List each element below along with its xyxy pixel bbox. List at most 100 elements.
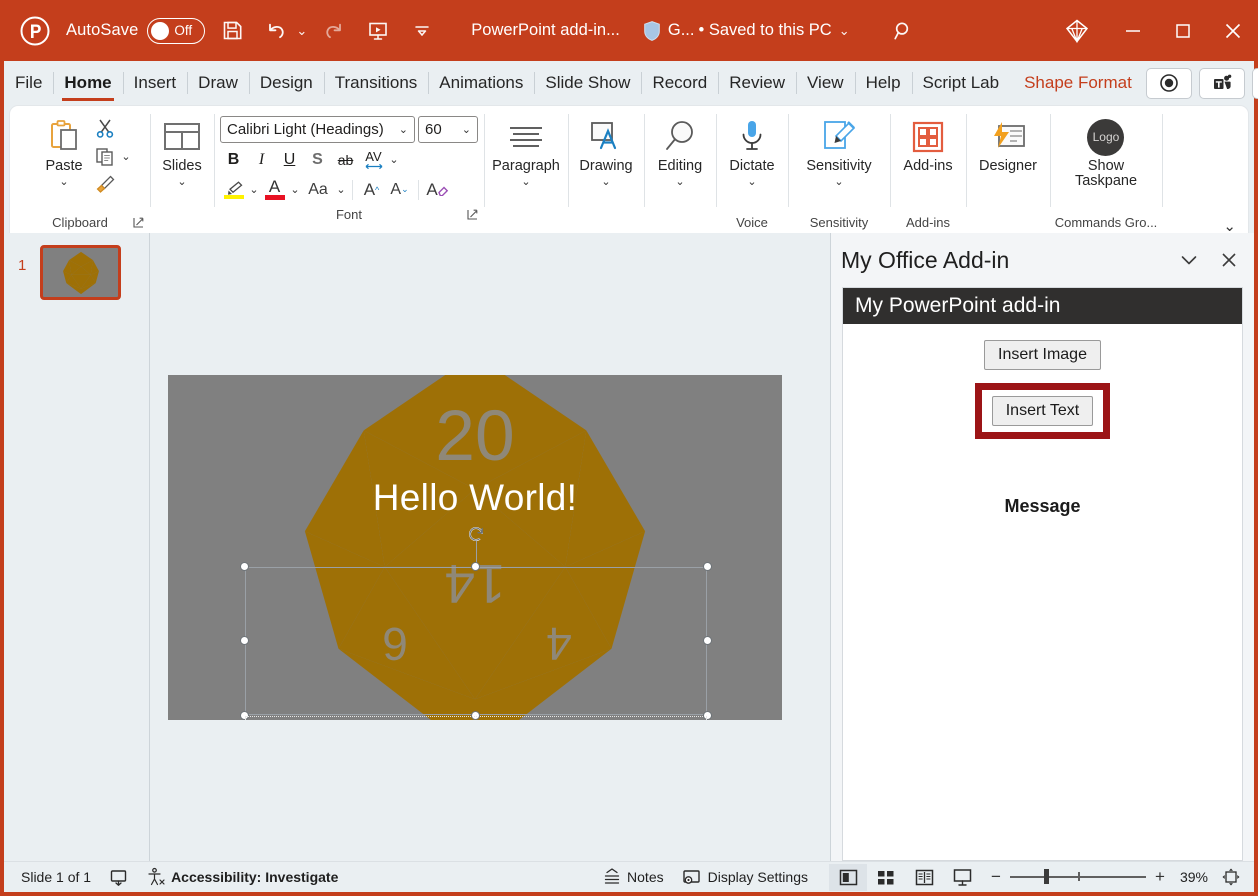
notes-button[interactable]: Notes	[593, 864, 673, 890]
designer-button[interactable]: Designer	[973, 113, 1043, 176]
addins-button[interactable]: Add-ins	[897, 113, 958, 176]
underline-button[interactable]: U	[276, 146, 303, 173]
tab-transitions[interactable]: Transitions	[323, 61, 429, 105]
slide-editor[interactable]: 20 14 6 4 Hello World!	[150, 233, 830, 861]
sensitivity-button[interactable]: Sensitivity ⌄	[800, 113, 877, 190]
language-icon[interactable]	[100, 864, 137, 890]
dictate-dropdown-icon[interactable]: ⌄	[747, 175, 756, 188]
tab-slide-show[interactable]: Slide Show	[534, 61, 641, 105]
minimize-icon[interactable]	[1108, 0, 1158, 61]
sensitivity-dropdown-icon[interactable]: ⌄	[834, 175, 843, 188]
zoom-out-button[interactable]: −	[989, 867, 1003, 887]
resize-handle-e[interactable]	[703, 636, 712, 645]
clear-formatting-icon[interactable]: A	[424, 176, 451, 203]
zoom-slider[interactable]	[1010, 869, 1146, 885]
zoom-slider-thumb[interactable]	[1044, 869, 1049, 885]
close-icon[interactable]	[1208, 0, 1258, 61]
comment-icon[interactable]	[1251, 67, 1258, 99]
view-normal-icon[interactable]	[829, 863, 867, 891]
paragraph-dropdown-icon[interactable]: ⌄	[521, 175, 530, 188]
slide-thumbnail-preview[interactable]	[40, 245, 121, 300]
change-case-button[interactable]: Aa	[302, 176, 334, 203]
editing-button[interactable]: Editing ⌄	[652, 113, 708, 190]
zoom-percent-label[interactable]: 39%	[1174, 869, 1208, 885]
slides-dropdown-icon[interactable]: ⌄	[177, 175, 186, 188]
chevron-down-icon[interactable]: ⌄	[1223, 217, 1236, 233]
tab-record[interactable]: Record	[641, 61, 718, 105]
record-icon[interactable]	[1145, 67, 1192, 99]
autosave-toggle[interactable]: Off	[147, 17, 206, 44]
copy-dropdown-icon[interactable]: ⌄	[120, 150, 132, 163]
format-painter-icon[interactable]	[92, 171, 118, 197]
zoom-control[interactable]: − + 39%	[981, 867, 1216, 887]
tab-view[interactable]: View	[796, 61, 855, 105]
tab-draw[interactable]: Draw	[187, 61, 249, 105]
bold-button[interactable]: B	[220, 146, 247, 173]
character-spacing-button[interactable]: AV	[360, 146, 387, 173]
document-title[interactable]: PowerPoint add-in...	[471, 21, 620, 40]
font-size-combobox[interactable]: 60 ⌄	[418, 116, 478, 143]
diamond-icon[interactable]	[1046, 0, 1108, 61]
text-shadow-button[interactable]: S	[304, 146, 331, 173]
view-slide-sorter-icon[interactable]	[867, 864, 905, 891]
font-color-icon[interactable]: A	[261, 176, 288, 203]
clipboard-dialog-launcher-icon[interactable]	[133, 217, 144, 228]
paste-button[interactable]: Paste ⌄	[36, 113, 92, 190]
save-icon[interactable]	[215, 14, 249, 48]
undo-icon[interactable]	[259, 14, 293, 48]
tab-help[interactable]: Help	[854, 61, 912, 105]
font-dialog-launcher-icon[interactable]	[467, 209, 478, 220]
tab-animations[interactable]: Animations	[428, 61, 534, 105]
tab-shape-format[interactable]: Shape Format	[1010, 61, 1146, 105]
slide-count[interactable]: Slide 1 of 1	[12, 864, 100, 890]
slide-thumbnail-1[interactable]: 1	[4, 245, 121, 300]
tab-script-lab[interactable]: Script Lab	[911, 61, 1011, 105]
sensitivity-label-group[interactable]: G...	[642, 20, 694, 42]
tab-file[interactable]: File	[4, 61, 53, 105]
search-icon[interactable]	[886, 14, 920, 48]
text-highlight-icon[interactable]	[220, 176, 247, 203]
title-placeholder-selection[interactable]	[240, 527, 712, 720]
save-state-label[interactable]: • Saved to this PC	[698, 21, 831, 40]
chevron-down-icon[interactable]: ⌄	[391, 123, 408, 136]
view-slideshow-icon[interactable]	[943, 864, 981, 891]
cut-icon[interactable]	[92, 115, 118, 141]
editing-dropdown-icon[interactable]: ⌄	[675, 175, 684, 188]
slides-button[interactable]: Slides ⌄	[154, 113, 210, 190]
view-reading-icon[interactable]	[905, 864, 943, 891]
undo-dropdown-icon[interactable]: ⌄	[296, 23, 307, 39]
paste-dropdown-icon[interactable]: ⌄	[59, 175, 68, 188]
copy-icon[interactable]	[92, 143, 118, 169]
teams-icon[interactable]	[1198, 67, 1245, 99]
slide-canvas[interactable]: 20 14 6 4 Hello World!	[168, 375, 782, 720]
increase-font-size-button[interactable]: A ^	[358, 176, 385, 203]
highlight-dropdown-icon[interactable]: ⌄	[248, 183, 260, 196]
display-settings-button[interactable]: Display Settings	[673, 864, 817, 890]
zoom-in-button[interactable]: +	[1153, 867, 1167, 887]
tab-insert[interactable]: Insert	[122, 61, 188, 105]
font-name-combobox[interactable]: Calibri Light (Headings) ⌄	[220, 116, 415, 143]
rotate-handle-icon[interactable]	[466, 524, 486, 544]
drawing-button[interactable]: Drawing ⌄	[573, 113, 638, 190]
accessibility-status[interactable]: Accessibility: Investigate	[137, 864, 347, 890]
change-case-dropdown-icon[interactable]: ⌄	[335, 183, 347, 196]
subtitle-placeholder[interactable]: Click to add subtitle	[245, 716, 707, 720]
tab-design[interactable]: Design	[248, 61, 324, 105]
resize-handle-nw[interactable]	[240, 562, 249, 571]
show-taskpane-button[interactable]: Logo Show Taskpane	[1069, 113, 1143, 191]
strikethrough-button[interactable]: ab	[332, 146, 359, 173]
save-state-chevron-icon[interactable]: ⌄	[839, 23, 850, 39]
resize-handle-ne[interactable]	[703, 562, 712, 571]
maximize-icon[interactable]	[1158, 0, 1208, 61]
chevron-down-icon[interactable]: ⌄	[454, 123, 471, 136]
character-spacing-dropdown-icon[interactable]: ⌄	[388, 153, 400, 166]
drawing-dropdown-icon[interactable]: ⌄	[601, 175, 610, 188]
paragraph-button[interactable]: Paragraph ⌄	[486, 113, 566, 190]
tab-review[interactable]: Review	[718, 61, 796, 105]
insert-text-button[interactable]: Insert Text	[991, 396, 1094, 426]
italic-button[interactable]: I	[248, 146, 275, 173]
customize-quick-access-icon[interactable]	[405, 14, 439, 48]
close-icon[interactable]	[1212, 243, 1246, 277]
insert-image-button[interactable]: Insert Image	[984, 340, 1101, 370]
chevron-down-icon[interactable]	[1172, 243, 1206, 277]
